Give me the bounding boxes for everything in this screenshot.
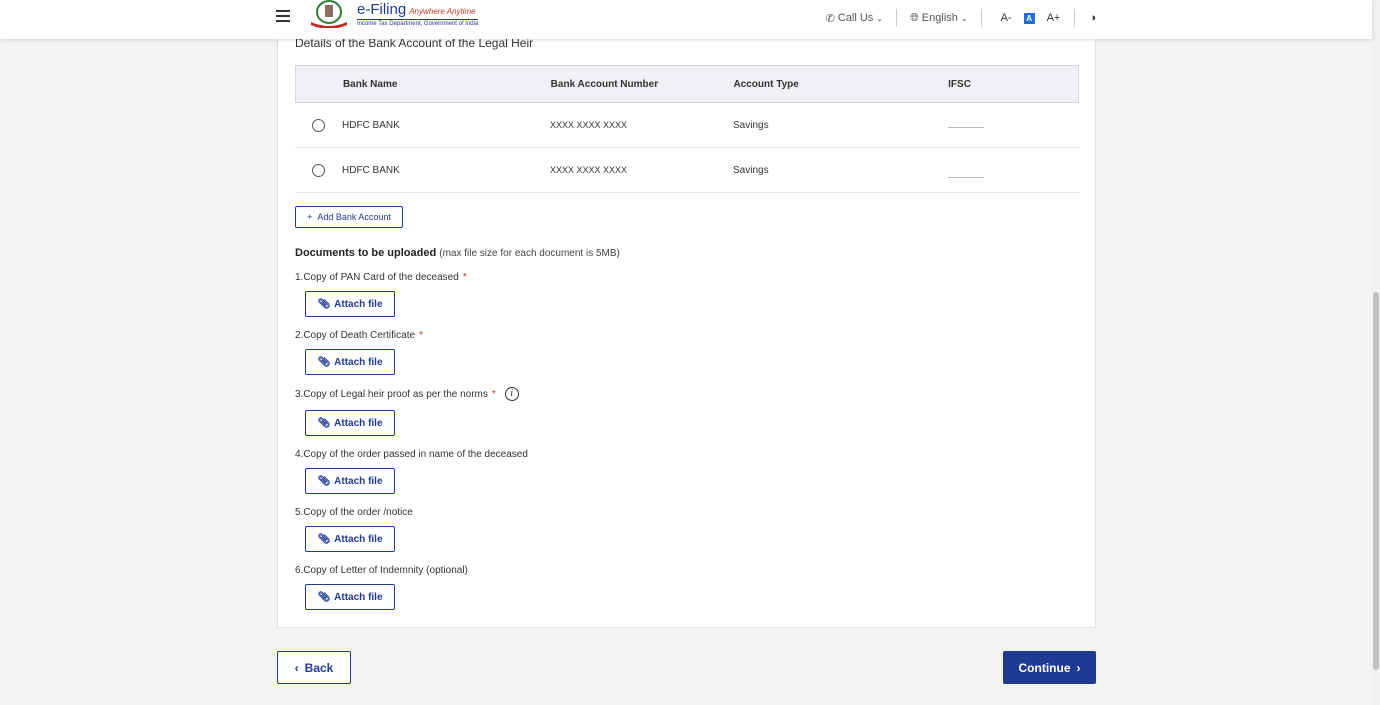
chevron-left-icon: ‹: [294, 660, 299, 675]
doc-label-pan: 1.Copy of PAN Card of the deceased *: [295, 272, 467, 283]
contrast-icon[interactable]: ◑: [1089, 12, 1096, 24]
column-header: Account Type: [733, 78, 799, 90]
paperclip-icon: 📎︎: [317, 475, 331, 487]
chevron-down-icon: ⌄: [960, 13, 968, 23]
continue-label: Continue: [1018, 660, 1071, 675]
menu-icon[interactable]: [276, 10, 290, 22]
add-bank-account-button[interactable]: + Add Bank Account: [295, 206, 403, 228]
account-number-cell: XXXX XXXX XXXX: [550, 165, 628, 175]
bank-name-cell: HDFC BANK: [342, 164, 400, 176]
attach-pan-button[interactable]: 📎︎ Attach file: [305, 291, 395, 317]
column-header: Bank Account Number: [550, 78, 659, 90]
logo-tagline: Anywhere Anytime: [409, 7, 476, 16]
select-account-radio[interactable]: [312, 118, 325, 132]
call-us-label: Call Us: [837, 12, 874, 24]
header-tools: ✆ Call Us ⌄ 🌐︎ English ⌄ A- A A+ ◑: [826, 8, 1102, 28]
emblem-icon: [311, 0, 347, 28]
ifsc-cell: [948, 160, 1078, 181]
back-button[interactable]: ‹ Back: [277, 651, 351, 684]
attach-indemnity-button[interactable]: 📎︎ Attach file: [305, 584, 395, 610]
paperclip-icon: 📎︎: [317, 591, 331, 603]
divider: [895, 9, 897, 27]
required-marker: *: [491, 388, 496, 400]
account-type-cell: Savings: [733, 164, 769, 176]
logo-title: e-Filing Anywhere Anytime: [357, 1, 476, 18]
table-row[interactable]: HDFC BANK XXXX XXXX XXXX Savings: [295, 103, 1079, 148]
globe-icon: 🌐︎: [909, 11, 919, 24]
chevron-right-icon: ›: [1076, 660, 1081, 675]
column-header: IFSC: [948, 78, 971, 90]
table-header: Bank Name Bank Account Number Account Ty…: [295, 65, 1079, 103]
chevron-down-icon: ⌄: [876, 13, 883, 23]
paperclip-icon: 📎︎: [317, 298, 331, 310]
add-bank-account-label: Add Bank Account: [317, 212, 391, 222]
account-number-cell: XXXX XXXX XXXX: [550, 120, 628, 130]
doc-label-indemnity: 6.Copy of Letter of Indemnity (optional): [295, 565, 468, 576]
attach-order-notice-button[interactable]: 📎︎ Attach file: [305, 526, 395, 552]
divider: [980, 9, 982, 27]
paperclip-icon: 📎︎: [317, 533, 331, 545]
efiling-logo[interactable]: e-Filing Anywhere Anytime Income Tax Depa…: [305, 0, 480, 32]
logo-subtitle: Income Tax Department, Government of Ind…: [357, 19, 479, 27]
phone-icon: ✆: [825, 12, 835, 25]
select-account-radio[interactable]: [312, 163, 325, 177]
paperclip-icon: 📎︎: [317, 356, 331, 368]
doc-label-death-certificate: 2.Copy of Death Certificate *: [295, 330, 423, 341]
plus-icon: +: [307, 212, 313, 222]
font-increase-button[interactable]: A+: [1047, 12, 1061, 24]
scrollbar[interactable]: [1372, 0, 1380, 705]
language-label: English: [921, 12, 958, 24]
bank-name-cell: HDFC BANK: [342, 119, 400, 131]
doc-label-order-deceased: 4.Copy of the order passed in name of th…: [295, 449, 528, 460]
column-header: Bank Name: [342, 78, 398, 90]
doc-label-legal-heir-proof: 3.Copy of Legal heir proof as per the no…: [295, 387, 519, 401]
attach-order-deceased-button[interactable]: 📎︎ Attach file: [305, 468, 395, 494]
divider: [1074, 9, 1076, 27]
back-label: Back: [304, 660, 334, 675]
scrollbar-thumb[interactable]: [1373, 292, 1379, 670]
font-normal-button[interactable]: A: [1023, 12, 1035, 24]
documents-title: Documents to be uploaded (max file size …: [295, 247, 620, 259]
table-row[interactable]: HDFC BANK XXXX XXXX XXXX Savings: [295, 148, 1079, 193]
documents-note: (max file size for each document is 5MB): [439, 248, 620, 259]
top-header: e-Filing Anywhere Anytime Income Tax Depa…: [0, 0, 1372, 39]
account-type-cell: Savings: [733, 119, 769, 131]
required-marker: *: [419, 330, 423, 341]
attach-legal-heir-proof-button[interactable]: 📎︎ Attach file: [305, 410, 395, 436]
font-decrease-button[interactable]: A-: [1001, 12, 1012, 24]
call-us-dropdown[interactable]: ✆ Call Us ⌄: [826, 12, 883, 25]
doc-label-order-notice: 5.Copy of the order /notice: [295, 507, 413, 518]
language-dropdown[interactable]: 🌐︎ English ⌄: [910, 12, 968, 25]
ifsc-cell: [948, 120, 1078, 131]
required-marker: *: [462, 272, 467, 283]
legal-heir-form-card: Details of the Bank Account of the Legal…: [277, 30, 1096, 628]
continue-button[interactable]: Continue ›: [1003, 651, 1096, 684]
info-icon[interactable]: i: [504, 387, 519, 401]
bank-accounts-table: Bank Name Bank Account Number Account Ty…: [295, 65, 1079, 193]
attach-death-certificate-button[interactable]: 📎︎ Attach file: [305, 349, 395, 375]
paperclip-icon: 📎︎: [317, 417, 331, 429]
